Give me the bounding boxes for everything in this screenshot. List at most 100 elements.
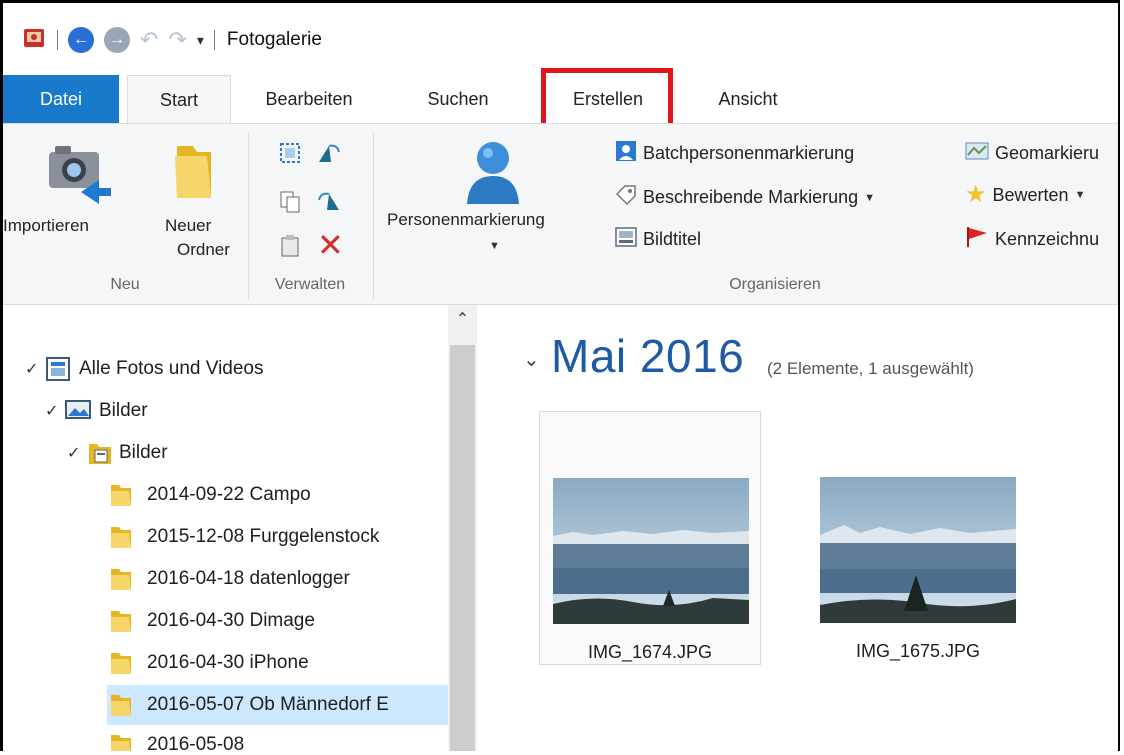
select-all-icon[interactable] — [279, 142, 301, 169]
rate-label: Bewerten — [992, 184, 1069, 205]
flag-label: Kennzeichnu — [995, 229, 1100, 249]
caption-label: Bildtitel — [643, 229, 702, 249]
tree-item-label: Bilder — [99, 400, 148, 421]
photo-tile-selected[interactable]: IMG_1674.JPG — [539, 411, 761, 665]
photo-filename: IMG_1674.JPG — [587, 642, 713, 662]
people-tag-button[interactable]: Personenmarkierung ▼ — [383, 132, 605, 272]
descriptive-tag-label: Beschreibende Markierung — [643, 187, 859, 207]
tree-item-label: 2015-12-08 Furggelenstock — [147, 526, 380, 547]
tree-item-bilder-library[interactable]: ✓ Bilder — [45, 391, 148, 431]
ribbon: Importieren Neuer Ordner Neu ✕ Verwalten… — [3, 123, 1118, 305]
tree-item-label: 2016-04-30 iPhone — [147, 652, 309, 673]
group-label-verwalten: Verwalten — [274, 276, 346, 293]
new-folder-button[interactable]: Neuer Ordner — [155, 134, 241, 264]
folder-icon — [109, 692, 133, 718]
rotate-left-icon[interactable] — [317, 142, 341, 169]
folder-icon — [109, 482, 133, 508]
app-icon — [21, 25, 47, 56]
gallery-icon — [45, 356, 70, 382]
customize-toolbar-icon[interactable]: ▾ — [197, 32, 204, 49]
nav-scrollbar[interactable]: ⌃ — [448, 305, 477, 751]
tree-item-folder-selected[interactable]: 2016-05-07 Ob Männedorf E — [107, 685, 448, 725]
tab-start[interactable]: Start — [127, 75, 231, 124]
photo-thumbnail — [820, 477, 1016, 623]
collapse-chevron-icon[interactable]: ⌄ — [523, 347, 540, 372]
title-bar: ← → ↶ ↷ ▾ Fotogalerie — [3, 3, 1118, 75]
tree-item-bilder-folder[interactable]: ✓ Bilder — [67, 433, 168, 473]
back-arrow-icon[interactable]: ← — [68, 27, 94, 53]
toolbar-separator — [57, 30, 58, 50]
tree-item-folder[interactable]: 2016-05-08 — [109, 725, 244, 751]
pictures-icon — [65, 398, 91, 424]
paste-icon[interactable] — [279, 234, 301, 263]
group-label-neu: Neu — [110, 276, 140, 293]
group-divider — [373, 132, 374, 300]
tree-item-folder[interactable]: 2016-04-30 iPhone — [109, 643, 309, 683]
group-label-organisieren: Organisieren — [729, 276, 821, 293]
folder-icon — [171, 140, 215, 207]
app-window: ← → ↶ ↷ ▾ Fotogalerie Datei Start Bearbe… — [0, 0, 1120, 751]
window-title: Fotogalerie — [226, 29, 322, 50]
photo-content-area: ⌄ Mai 2016 (2 Elemente, 1 ausgewählt) IM… — [477, 305, 1118, 751]
group-divider — [248, 132, 249, 300]
new-folder-label-2: Ordner — [177, 240, 230, 259]
camera-import-icon — [41, 140, 113, 209]
chevron-down-icon[interactable]: ✓ — [45, 401, 61, 421]
tree-item-folder[interactable]: 2016-04-30 Dimage — [109, 601, 315, 641]
chevron-down-icon[interactable]: ✓ — [25, 359, 41, 379]
tree-item-label: 2016-05-08 — [147, 734, 245, 751]
photo-filename: IMG_1675.JPG — [855, 641, 981, 661]
scroll-up-icon[interactable]: ⌃ — [448, 309, 477, 329]
folder-icon — [109, 608, 133, 634]
caption-icon — [615, 226, 637, 253]
tree-item-label: 2016-05-07 Ob Männedorf E — [147, 694, 389, 715]
delete-icon[interactable]: ✕ — [317, 229, 344, 261]
star-icon: ★ — [965, 181, 987, 208]
descriptive-tag-dropdown-icon: ▼ — [864, 191, 876, 204]
geotag-button[interactable]: Geomarkieru — [965, 140, 1099, 167]
forward-arrow-icon[interactable]: → — [104, 27, 130, 53]
new-folder-label-1: Neuer — [165, 216, 212, 235]
undo-icon[interactable]: ↶ — [140, 27, 158, 53]
highlight-frame — [541, 68, 673, 130]
people-tag-dropdown-icon: ▼ — [489, 240, 500, 252]
batch-people-tag-button[interactable]: Batchpersonenmarkierung — [615, 140, 854, 167]
chevron-down-icon[interactable]: ✓ — [67, 443, 83, 463]
geotag-label: Geomarkieru — [995, 143, 1100, 163]
navigation-pane: ✓ Alle Fotos und Videos ✓ Bilder ✓ Bilde… — [3, 305, 477, 751]
rate-button[interactable]: ★ Bewerten ▼ — [965, 181, 1086, 208]
rate-dropdown-icon: ▼ — [1074, 189, 1086, 201]
tree-item-label: Alle Fotos und Videos — [79, 358, 264, 379]
folder-icon — [109, 566, 133, 592]
rotate-right-icon[interactable] — [317, 190, 341, 217]
photo-tile[interactable]: IMG_1675.JPG — [807, 411, 1029, 665]
redo-icon[interactable]: ↷ — [168, 27, 186, 53]
tree-item-label: 2016-04-18 datenlogger — [147, 568, 350, 589]
tree-item-folder[interactable]: 2016-04-18 datenlogger — [109, 559, 350, 599]
tree-item-all-photos[interactable]: ✓ Alle Fotos und Videos — [25, 349, 264, 389]
copy-icon[interactable] — [279, 190, 301, 219]
caption-button[interactable]: Bildtitel — [615, 226, 701, 253]
descriptive-tag-button[interactable]: Beschreibende Markierung ▼ — [615, 184, 875, 211]
group-count: (2 Elemente, 1 ausgewählt) — [767, 359, 974, 378]
folder-icon — [87, 440, 111, 466]
tree-item-folder[interactable]: 2015-12-08 Furggelenstock — [109, 517, 379, 557]
tab-datei[interactable]: Datei — [3, 75, 119, 123]
tree-item-folder[interactable]: 2014-09-22 Campo — [109, 475, 311, 515]
import-button[interactable]: Importieren — [3, 134, 151, 254]
tab-ansicht[interactable]: Ansicht — [693, 75, 803, 123]
tag-icon — [615, 184, 637, 211]
tab-bearbeiten[interactable]: Bearbeiten — [243, 75, 375, 123]
toolbar-separator — [213, 30, 215, 50]
folder-icon — [109, 732, 133, 751]
scrollbar-thumb[interactable] — [450, 345, 475, 751]
flag-button[interactable]: Kennzeichnu — [965, 226, 1099, 253]
import-label: Importieren — [3, 216, 89, 235]
tab-suchen[interactable]: Suchen — [403, 75, 513, 123]
tree-item-label: 2014-09-22 Campo — [147, 484, 311, 505]
batch-person-icon — [615, 140, 637, 167]
map-icon — [965, 140, 989, 167]
people-tag-label: Personenmarkierung — [387, 210, 545, 229]
folder-icon — [109, 524, 133, 550]
folder-icon — [109, 650, 133, 676]
